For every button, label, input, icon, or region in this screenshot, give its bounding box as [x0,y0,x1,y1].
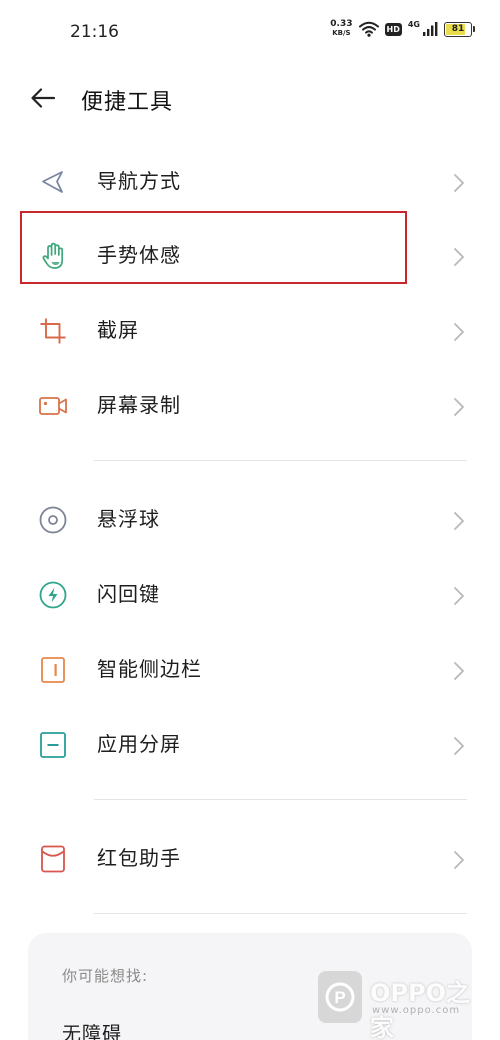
watermark-logo: P [318,971,362,1023]
menu-item-label: 截屏 [97,318,139,342]
network-speed-unit: KB/S [332,29,351,37]
red-envelope-icon [41,845,65,873]
menu-item-split-screen[interactable]: 应用分屏 [0,706,500,780]
menu-item-screen-record[interactable]: 屏幕录制 [0,367,500,441]
highlight-box [20,211,407,284]
menu-item-navigation[interactable]: 导航方式 [0,143,500,217]
watermark: P OPPO之家 www.oppo.com [318,967,488,1040]
menu-item-flash-back[interactable]: 闪回键 [0,556,500,630]
wifi-icon [358,21,379,37]
menu-item-label: 红包助手 [97,846,181,870]
battery-level: 81 [451,24,465,34]
chevron-right-icon [454,737,464,755]
battery-icon: 81 [444,21,475,37]
chevron-right-icon [454,851,464,869]
status-time: 21:16 [70,22,119,42]
watermark-logo-letter: P [334,988,345,1007]
chevron-right-icon [454,662,464,680]
chevron-right-icon [454,398,464,416]
menu-item-label: 闪回键 [97,582,160,606]
menu-item-label: 导航方式 [97,169,181,193]
chevron-right-icon [454,174,464,192]
arrow-left-icon[interactable] [30,86,56,110]
cell-signal-icon [423,22,438,36]
menu-item-label: 智能侧边栏 [97,657,202,681]
status-bar: 21:16 0.33 KB/S HD 4G 81 [0,0,500,66]
menu-item-screenshot[interactable]: 截屏 [0,292,500,366]
menu-item-smart-sidebar[interactable]: 智能侧边栏 [0,631,500,705]
watermark-logo-icon: P [325,982,355,1012]
network-speed: 0.33 KB/S [330,20,352,38]
page-title: 便捷工具 [81,90,174,115]
chevron-right-icon [454,587,464,605]
menu-item-label: 屏幕录制 [97,393,181,417]
smart-sidebar-icon [41,657,65,683]
hd-badge: HD [384,22,402,36]
section-divider [94,913,467,914]
floating-ball-icon [39,506,67,534]
suggestions-title: 你可能想找: [62,967,149,985]
chevron-right-icon [454,323,464,341]
watermark-url: www.oppo.com [372,1005,461,1016]
flash-back-icon [39,581,67,609]
section-divider [94,799,467,800]
suggestion-item-accessibility[interactable]: 无障碍 [62,1019,122,1040]
menu-item-floating-ball[interactable]: 悬浮球 [0,481,500,555]
split-screen-icon [40,732,66,758]
navigation-arrow-icon [42,171,63,193]
menu-item-label: 应用分屏 [97,732,181,756]
chevron-right-icon [454,512,464,530]
network-speed-value: 0.33 [330,19,353,29]
page-header: 便捷工具 [0,78,500,118]
crop-screenshot-icon [40,318,66,344]
section-divider [94,460,467,461]
menu-item-red-envelope[interactable]: 红包助手 [0,820,500,894]
menu-item-label: 悬浮球 [97,507,160,531]
chevron-right-icon [454,248,464,266]
screen-record-icon [39,397,67,415]
signal-type: 4G [407,20,420,29]
status-icons: 0.33 KB/S HD 4G 81 [330,20,475,38]
